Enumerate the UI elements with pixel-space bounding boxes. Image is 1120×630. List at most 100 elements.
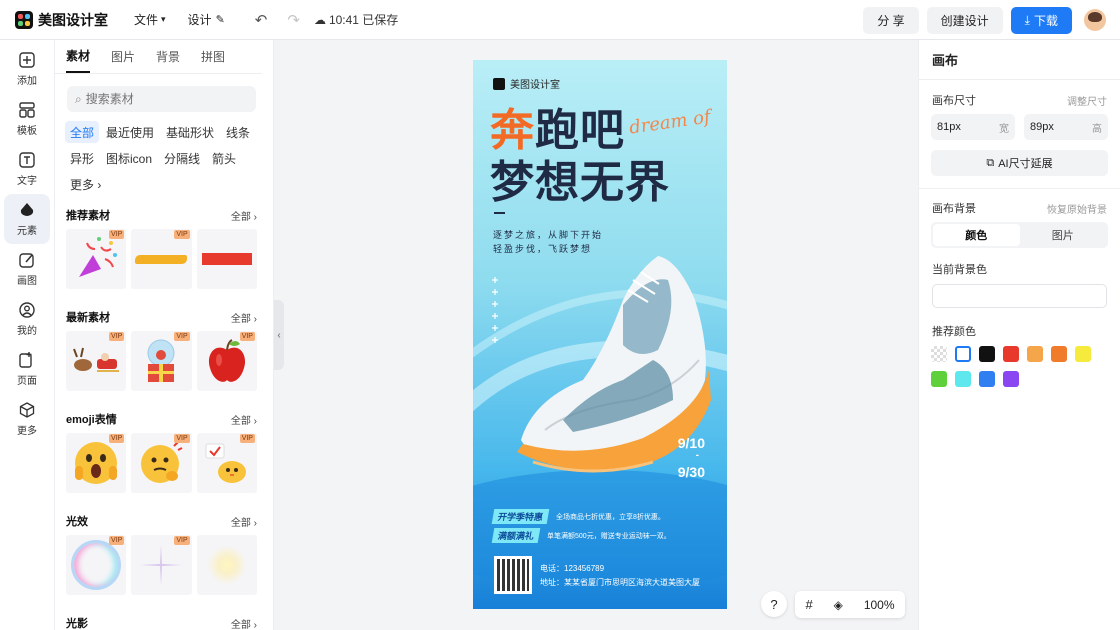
qr-code[interactable] bbox=[494, 556, 532, 594]
bubble-thumb[interactable]: VIP bbox=[66, 535, 127, 595]
chip-all[interactable]: 全部 bbox=[65, 121, 100, 143]
poster-offer-row-2[interactable]: 满额满礼 单笔满额500元，赠送专业运动袜一双。 bbox=[491, 528, 671, 543]
poster-brand[interactable]: 美图设计室 bbox=[493, 76, 560, 91]
color-swatch[interactable] bbox=[1051, 346, 1067, 362]
tab-collage[interactable]: 拼图 bbox=[201, 41, 225, 72]
redo-icon[interactable]: ↷ bbox=[287, 11, 300, 29]
poster-slogan-1[interactable]: 逐梦之旅，从脚下开始 bbox=[493, 228, 603, 241]
red-apple-thumb[interactable]: VIP bbox=[196, 331, 257, 391]
reindeer-sleigh-icon bbox=[73, 347, 120, 372]
see-all-link[interactable]: 全部 › bbox=[231, 412, 257, 427]
poster-address[interactable]: 地址：某某省厦门市思明区海滨大道美图大厦 bbox=[540, 577, 700, 588]
page-icon bbox=[19, 352, 32, 368]
red-rect-thumb[interactable] bbox=[196, 229, 257, 289]
shocked-emoji-thumb[interactable]: VIP bbox=[66, 433, 127, 493]
chip-icons[interactable]: 图标icon bbox=[101, 147, 157, 169]
chip-arrows[interactable]: 箭头 bbox=[207, 147, 241, 169]
text-icon bbox=[19, 152, 35, 168]
chip-more[interactable]: 更多 › bbox=[65, 173, 106, 195]
thinking-emoji-thumb[interactable]: VIP bbox=[131, 433, 192, 493]
current-bg-swatch[interactable] bbox=[932, 284, 1107, 308]
poster-title-line2[interactable]: 梦想无界 bbox=[490, 146, 670, 210]
sparkle-icon bbox=[140, 544, 183, 586]
snow-globe-gift-thumb[interactable]: VIP bbox=[131, 331, 192, 391]
color-swatch[interactable] bbox=[1003, 371, 1019, 387]
rail-item-template[interactable]: 模板 bbox=[0, 94, 54, 144]
help-button[interactable]: ? bbox=[761, 591, 787, 617]
reindeer-sleigh-thumb[interactable]: VIP bbox=[66, 331, 127, 391]
search-input[interactable] bbox=[85, 92, 236, 106]
party-popper-thumb[interactable]: VIP bbox=[66, 229, 127, 289]
height-field[interactable]: 89px 高 bbox=[1024, 114, 1108, 140]
poster-phone[interactable]: 电话：123456789 bbox=[540, 563, 604, 574]
download-button[interactable]: ⤓ 下载 bbox=[1010, 6, 1072, 34]
tab-background[interactable]: 背景 bbox=[156, 41, 180, 72]
brush-stroke-thumb[interactable]: VIP bbox=[131, 229, 192, 289]
chick-emoji-thumb[interactable]: VIP bbox=[196, 433, 257, 493]
vip-badge: VIP bbox=[174, 332, 190, 341]
see-all-link[interactable]: 全部 › bbox=[231, 310, 257, 325]
rail-item-text[interactable]: 文字 bbox=[0, 144, 54, 194]
chip-basic-shapes[interactable]: 基础形状 bbox=[161, 121, 219, 143]
transparent-swatch[interactable] bbox=[931, 346, 947, 362]
reset-bg-link[interactable]: 恢复原始背景 bbox=[1047, 201, 1107, 216]
glow-thumb[interactable] bbox=[196, 535, 257, 595]
share-button[interactable]: 分 享 bbox=[863, 6, 919, 34]
avatar[interactable] bbox=[1084, 9, 1106, 31]
color-swatch[interactable] bbox=[1075, 346, 1091, 362]
rail-label: 更多 bbox=[17, 426, 37, 437]
see-all-link[interactable]: 全部 › bbox=[231, 208, 257, 223]
design-canvas[interactable]: 美图设计室 奔跑吧 dream of 梦想无界 逐梦之旅，从脚下开始 轻盈步伐，… bbox=[473, 60, 727, 609]
chip-dividers[interactable]: 分隔线 bbox=[159, 147, 205, 169]
bg-color-tab[interactable]: 颜色 bbox=[933, 224, 1020, 246]
collapse-panel-handle[interactable]: ‹ bbox=[274, 300, 284, 370]
rail-item-more[interactable]: 更多 bbox=[0, 394, 54, 444]
rail-label: 文字 bbox=[17, 176, 37, 187]
width-field[interactable]: 81px 宽 bbox=[931, 114, 1015, 140]
poster-offer-row-1[interactable]: 开学季特惠 全场商品七折优惠，立享8折优惠。 bbox=[491, 509, 665, 524]
rail-item-elements[interactable]: 元素 bbox=[4, 194, 50, 244]
rail-item-add[interactable]: 添加 bbox=[0, 44, 54, 94]
color-swatch[interactable] bbox=[979, 346, 995, 362]
color-swatch[interactable] bbox=[1027, 346, 1043, 362]
tab-materials[interactable]: 素材 bbox=[66, 40, 91, 73]
app-logo[interactable]: 美图设计室 bbox=[15, 10, 108, 30]
poster-date-start[interactable]: 9/10 bbox=[678, 435, 705, 451]
undo-icon[interactable]: ↶ bbox=[255, 11, 268, 29]
brand-logo-icon bbox=[493, 77, 505, 90]
see-all-link[interactable]: 全部 › bbox=[231, 616, 257, 630]
layers-icon[interactable]: ◈ bbox=[834, 598, 843, 612]
section-header: 光效 全部 › bbox=[55, 511, 273, 531]
design-menu[interactable]: 设计 ✎ bbox=[188, 11, 225, 28]
file-menu[interactable]: 文件 ▾ bbox=[134, 11, 166, 28]
rail-item-page[interactable]: 页面 bbox=[0, 344, 54, 394]
adjust-size-link[interactable]: 调整尺寸 bbox=[1067, 93, 1107, 108]
rail-item-mine[interactable]: 我的 bbox=[0, 294, 54, 344]
see-all-label: 全部 bbox=[230, 211, 251, 223]
section-title: 最新素材 bbox=[66, 312, 110, 324]
grid-icon[interactable]: # bbox=[805, 597, 812, 612]
template-icon bbox=[19, 102, 35, 118]
ai-extend-button[interactable]: ⧉ AI尺寸延展 bbox=[931, 150, 1108, 176]
poster-slogan-2[interactable]: 轻盈步伐，飞跃梦想 bbox=[493, 242, 592, 255]
color-swatch[interactable] bbox=[1003, 346, 1019, 362]
tab-images[interactable]: 图片 bbox=[111, 41, 135, 72]
zoom-level[interactable]: 100% bbox=[864, 598, 895, 612]
color-swatch[interactable] bbox=[931, 371, 947, 387]
color-swatch[interactable] bbox=[955, 346, 971, 362]
chip-recent[interactable]: 最近使用 bbox=[101, 121, 159, 143]
category-chips: 全部 最近使用 基础形状 线条 异形 图标icon 分隔线 箭头 更多 › bbox=[55, 121, 273, 199]
plus-column-decoration bbox=[492, 277, 498, 343]
chip-irregular[interactable]: 异形 bbox=[65, 147, 99, 169]
sparkle-thumb[interactable]: VIP bbox=[131, 535, 192, 595]
rail-item-draw[interactable]: 画图 bbox=[0, 244, 54, 294]
search-box[interactable]: ⌕ bbox=[67, 86, 256, 112]
chip-lines[interactable]: 线条 bbox=[221, 121, 255, 143]
download-icon: ⤓ bbox=[1024, 12, 1030, 27]
color-swatch[interactable] bbox=[955, 371, 971, 387]
bg-image-tab[interactable]: 图片 bbox=[1020, 224, 1107, 246]
create-design-button[interactable]: 创建设计 bbox=[926, 6, 1003, 34]
see-all-link[interactable]: 全部 › bbox=[231, 514, 257, 529]
poster-date-end[interactable]: 9/30 bbox=[678, 464, 705, 480]
color-swatch[interactable] bbox=[979, 371, 995, 387]
